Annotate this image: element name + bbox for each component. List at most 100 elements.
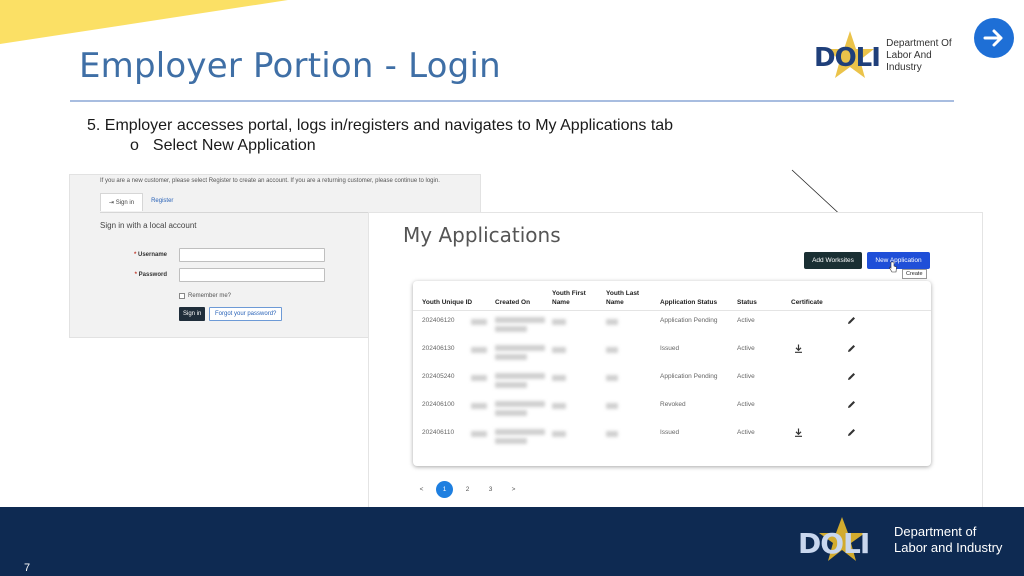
tab-register[interactable]: Register (143, 193, 181, 211)
forgot-password-button[interactable]: Forgot your password? (209, 307, 283, 321)
col-created-on: Created On (495, 299, 531, 306)
cell-app-status: Application Pending (660, 373, 718, 380)
download-icon[interactable] (794, 344, 803, 353)
tab-sign-in[interactable]: ⇥ Sign in (100, 193, 144, 211)
redacted-cell (606, 347, 618, 353)
password-input[interactable] (179, 268, 325, 282)
cell-youth-id: 202405240 (422, 373, 455, 380)
doli-logo-bottom: DOLI Department of Labor and Industry (792, 516, 1002, 564)
login-heading: Sign in with a local account (100, 221, 197, 230)
redacted-cell (606, 403, 618, 409)
password-label: * Password (134, 272, 167, 278)
edit-pencil-icon[interactable] (847, 344, 856, 353)
download-icon[interactable] (794, 428, 803, 437)
cell-youth-id: 202406130 (422, 345, 455, 352)
sub-bullet-marker: o (130, 137, 139, 154)
username-input[interactable] (179, 248, 325, 262)
add-worksites-button[interactable]: Add Worksites (804, 252, 862, 269)
sign-in-icon: ⇥ (109, 200, 115, 206)
table-row: 202406110 Issued Active (413, 428, 931, 457)
corner-decoration (0, 0, 288, 44)
redacted-cell (471, 347, 487, 353)
cell-app-status: Revoked (660, 401, 686, 408)
col-app-status: Application Status (660, 299, 718, 306)
doli-logo-name-bottom: Department of Labor and Industry (894, 524, 1003, 555)
doli-logo-mark-bottom: DOLI (792, 517, 884, 563)
username-label: * Username (133, 252, 167, 258)
redacted-cell (552, 375, 566, 381)
cell-youth-id: 202406110 (422, 429, 455, 436)
hand-cursor-icon (889, 261, 897, 273)
page-1-button[interactable]: 1 (436, 481, 453, 498)
redacted-cell (606, 375, 618, 381)
redacted-cell (471, 403, 487, 409)
cell-status: Active (737, 317, 755, 324)
cell-status: Active (737, 429, 755, 436)
col-youth-id: Youth Unique ID (422, 299, 473, 306)
remember-checkbox[interactable] (179, 293, 185, 299)
applications-title: My Applications (403, 223, 561, 247)
slide-title: Employer Portion - Login (79, 46, 501, 86)
redacted-cell (495, 438, 527, 444)
cell-youth-id: 202406120 (422, 317, 455, 324)
redacted-cell (495, 326, 527, 332)
cell-status: Active (737, 401, 755, 408)
col-certificate: Certificate (791, 299, 823, 306)
redacted-cell (495, 354, 527, 360)
page-3-button[interactable]: 3 (482, 481, 499, 498)
edit-pencil-icon[interactable] (847, 400, 856, 409)
login-notice: If you are a new customer, please select… (100, 178, 440, 184)
edit-pencil-icon[interactable] (847, 316, 856, 325)
table-row: 202406100 Revoked Active (413, 401, 931, 429)
cell-app-status: Issued (660, 345, 680, 352)
redacted-cell (471, 319, 487, 325)
table-row: 202406130 Issued Active (413, 344, 931, 373)
redacted-cell (495, 401, 545, 407)
redacted-cell (495, 382, 527, 388)
redacted-cell (471, 431, 487, 437)
edit-pencil-icon[interactable] (847, 372, 856, 381)
cell-status: Active (737, 345, 755, 352)
redacted-cell (606, 319, 618, 325)
redacted-cell (495, 317, 545, 323)
cell-status: Active (737, 373, 755, 380)
sign-in-button[interactable]: Sign in (179, 307, 206, 321)
redacted-cell (552, 347, 566, 353)
remember-me[interactable]: Remember me? (179, 293, 231, 299)
redacted-cell (552, 403, 566, 409)
doli-logo-top: DOLI Department Of Labor And Industry (806, 30, 966, 82)
doli-logo-name: Department Of Labor And Industry (886, 38, 952, 73)
title-divider (70, 100, 954, 102)
pagination: < 1 2 3 > (413, 481, 522, 498)
doli-logo-text-bottom: DOLI (798, 527, 870, 560)
bullet-step-5: 5. Employer accesses portal, logs in/reg… (87, 117, 674, 134)
col-first-name: Youth First Name (552, 290, 586, 306)
new-application-button[interactable]: New Application (867, 252, 930, 269)
redacted-cell (495, 373, 545, 379)
create-tooltip: Create (902, 269, 927, 279)
table-header: Youth Unique ID Created On Youth First N… (413, 281, 931, 311)
table-row: 202405240 Application Pending Active (413, 373, 931, 401)
page-prev-button[interactable]: < (413, 481, 430, 498)
next-slide-button[interactable] (974, 18, 1014, 58)
cell-youth-id: 202406100 (422, 401, 455, 408)
cell-app-status: Issued (660, 429, 680, 436)
page-2-button[interactable]: 2 (459, 481, 476, 498)
applications-table: Youth Unique ID Created On Youth First N… (413, 281, 931, 466)
sub-bullet-text: Select New Application (152, 137, 316, 154)
page-next-button[interactable]: > (505, 481, 522, 498)
doli-logo-text: DOLI (814, 43, 881, 73)
login-tabs: ⇥ Sign in Register (100, 193, 181, 211)
sub-bullet: o Select New Application (130, 137, 316, 155)
redacted-cell (552, 431, 566, 437)
col-last-name: Youth Last Name (606, 290, 640, 306)
doli-logo-mark: DOLI (806, 31, 882, 81)
page-number: 7 (24, 562, 31, 574)
redacted-cell (471, 375, 487, 381)
redacted-cell (495, 410, 527, 416)
redacted-cell (552, 319, 566, 325)
redacted-cell (495, 429, 545, 435)
edit-pencil-icon[interactable] (847, 428, 856, 437)
arrow-right-icon (983, 29, 1003, 47)
redacted-cell (606, 431, 618, 437)
